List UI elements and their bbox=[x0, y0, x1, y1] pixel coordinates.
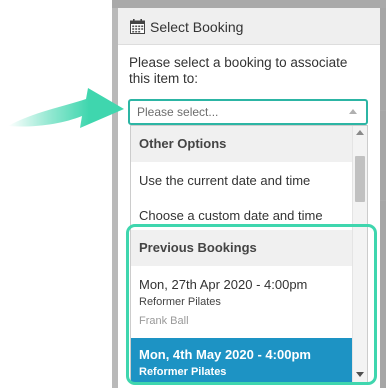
booking-date: Mon, 4th May 2020 - 4:00pm bbox=[139, 347, 311, 362]
option-booking-4-may[interactable]: Mon, 4th May 2020 - 4:00pm Reformer Pila… bbox=[131, 338, 353, 382]
booking-select[interactable]: Please select... bbox=[128, 99, 368, 125]
booking-dropdown-list: Other Options Use the current date and t… bbox=[130, 125, 368, 383]
backdrop-right-strip bbox=[380, 8, 386, 388]
option-label: Choose a custom date and time bbox=[139, 208, 323, 223]
option-use-current-date[interactable]: Use the current date and time bbox=[131, 162, 353, 197]
option-booking-27-apr[interactable]: Mon, 27th Apr 2020 - 4:00pm Reformer Pil… bbox=[131, 266, 353, 338]
dialog-header: Select Booking bbox=[118, 8, 380, 45]
scroll-up-icon[interactable] bbox=[356, 130, 364, 135]
booking-class: Reformer Pilates bbox=[139, 296, 221, 308]
backdrop-top-strip bbox=[112, 0, 386, 8]
calendar-icon bbox=[130, 19, 145, 34]
booking-instructor: Frank Ball bbox=[139, 315, 189, 327]
option-custom-date[interactable]: Choose a custom date and time bbox=[131, 197, 353, 230]
option-label: Use the current date and time bbox=[139, 173, 311, 188]
select-placeholder: Please select... bbox=[137, 105, 219, 119]
dialog-title: Select Booking bbox=[150, 19, 244, 35]
scrollbar-thumb[interactable] bbox=[355, 156, 365, 202]
booking-date: Mon, 27th Apr 2020 - 4:00pm bbox=[139, 277, 308, 292]
dropdown-scrollbar[interactable] bbox=[352, 126, 367, 382]
chevron-up-icon bbox=[349, 109, 357, 114]
group-header-other-options: Other Options bbox=[131, 126, 353, 162]
arrow-icon bbox=[8, 88, 124, 128]
scroll-down-icon[interactable] bbox=[356, 372, 364, 377]
booking-class: Reformer Pilates bbox=[139, 366, 227, 378]
dialog-prompt: Please select a booking to associate thi… bbox=[129, 55, 348, 86]
group-header-previous-bookings: Previous Bookings bbox=[131, 230, 353, 266]
